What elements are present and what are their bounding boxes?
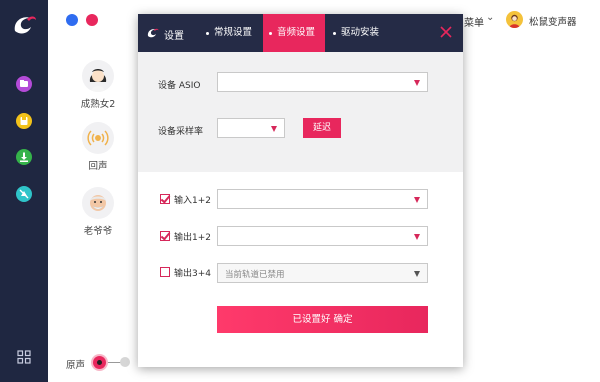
app-sidebar — [0, 0, 48, 382]
user-avatar[interactable] — [506, 11, 523, 28]
sample-rate-select[interactable] — [217, 118, 285, 138]
echo-icon — [82, 122, 114, 154]
output34-checkbox[interactable] — [160, 267, 170, 277]
input-label: 输入1+2 — [174, 196, 211, 206]
input-checkbox[interactable] — [160, 194, 170, 204]
voice-label: 成熟女2 — [80, 99, 116, 110]
window-minimize-button[interactable] — [66, 14, 78, 26]
tab-label: 音频设置 — [277, 27, 316, 38]
voice-item[interactable]: 老爷爷 — [66, 187, 130, 237]
settings-dialog: 设置 常规设置 音频设置 驱动安装 设备 ASIO 设备采样率 延迟 输入1+2… — [138, 14, 463, 367]
output12-checkbox[interactable] — [160, 231, 170, 241]
menu-button[interactable]: 菜单 — [464, 14, 484, 29]
device-asio-label: 设备 ASIO — [158, 81, 201, 91]
tab-driver[interactable]: 驱动安装 — [327, 14, 391, 52]
dropdown-arrow-icon — [414, 234, 420, 240]
dropdown-arrow-icon — [414, 197, 420, 203]
app-logo-icon — [145, 25, 160, 40]
voice-item[interactable]: 回声 — [66, 122, 130, 172]
original-voice-slider-handle[interactable] — [93, 356, 106, 369]
download-icon[interactable] — [16, 149, 32, 165]
old-man-avatar-icon — [82, 187, 114, 219]
device-asio-select[interactable] — [217, 72, 428, 92]
delay-button[interactable]: 延迟 — [303, 118, 341, 138]
sample-rate-label: 设备采样率 — [158, 127, 204, 137]
output12-select[interactable] — [217, 226, 428, 246]
user-name: 松鼠变声器 — [529, 17, 577, 28]
original-voice-label: 原声 — [66, 360, 86, 371]
dialog-title: 设置 — [164, 31, 184, 42]
dropdown-arrow-icon — [271, 126, 277, 132]
select-value: 当前轨道已禁用 — [225, 270, 285, 280]
tab-audio[interactable]: 音频设置 — [263, 14, 325, 52]
tab-label: 常规设置 — [214, 27, 253, 38]
voice-label: 老爷爷 — [83, 226, 113, 237]
bell-off-icon[interactable] — [16, 186, 32, 202]
app-logo — [9, 9, 39, 39]
output34-label: 输出3+4 — [174, 269, 211, 279]
dialog-header: 设置 常规设置 音频设置 驱动安装 — [138, 14, 463, 52]
close-icon[interactable] — [440, 26, 452, 38]
output34-select[interactable]: 当前轨道已禁用 — [217, 263, 428, 283]
dropdown-arrow-icon — [414, 271, 420, 277]
voice-item[interactable]: 成熟女2 — [66, 60, 130, 110]
input-select[interactable] — [217, 189, 428, 209]
window-close-button[interactable] — [86, 14, 98, 26]
slider-end-knob[interactable] — [120, 357, 130, 367]
save-icon[interactable] — [16, 113, 32, 129]
confirm-button[interactable]: 已设置好 确定 — [217, 306, 428, 333]
dropdown-arrow-icon — [414, 80, 420, 86]
folder-icon[interactable] — [16, 76, 32, 92]
output12-label: 输出1+2 — [174, 233, 211, 243]
device-section — [138, 52, 463, 172]
grid-menu-icon[interactable] — [17, 350, 31, 364]
tab-general[interactable]: 常规设置 — [200, 14, 264, 52]
voice-label: 回声 — [88, 161, 108, 172]
chevron-down-icon[interactable]: ⌄ — [486, 12, 494, 23]
woman-avatar-icon — [82, 60, 114, 92]
tab-label: 驱动安装 — [341, 27, 380, 38]
